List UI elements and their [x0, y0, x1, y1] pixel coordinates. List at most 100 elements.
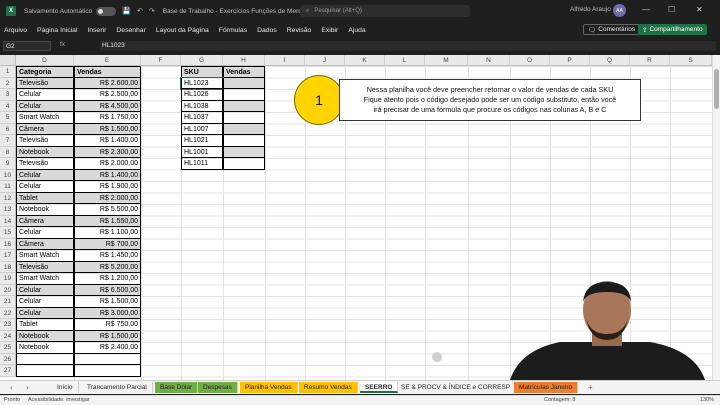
row-header-5[interactable]: 5: [0, 112, 16, 124]
sheet-tab[interactable]: Matrículas Janeiro: [514, 382, 579, 393]
menu-revisao[interactable]: Revisão: [287, 27, 312, 34]
table-row-category[interactable]: Televisão: [16, 135, 74, 147]
sheet-tab[interactable]: SE & PROCV & ÍNDICE e CORRESP: [396, 382, 517, 393]
row-header-2[interactable]: 2: [0, 77, 16, 89]
accessibility-status[interactable]: Acessibilidade: investigar: [28, 397, 90, 403]
sku-sales-cell[interactable]: [223, 135, 265, 147]
fx-icon[interactable]: fx: [60, 41, 65, 48]
table-row-category[interactable]: Televisão: [16, 77, 74, 89]
column-header-k[interactable]: K: [345, 55, 385, 66]
empty-cell[interactable]: [74, 365, 141, 377]
empty-cell[interactable]: [16, 365, 74, 377]
save-icon[interactable]: 💾: [122, 7, 131, 15]
table-row-sales[interactable]: R$ 5.500,00: [74, 204, 141, 216]
sku-sales-cell[interactable]: [223, 123, 265, 135]
column-header-h[interactable]: H: [223, 55, 265, 66]
row-header-22[interactable]: 22: [0, 307, 16, 319]
column-header-p[interactable]: P: [550, 55, 590, 66]
table-row-sales[interactable]: R$ 2.600,00: [74, 77, 141, 89]
table-row-sales[interactable]: R$ 1.400,00: [74, 135, 141, 147]
table-row-sales[interactable]: R$ 4.500,00: [74, 100, 141, 112]
row-header-3[interactable]: 3: [0, 89, 16, 101]
table-row-category[interactable]: Notebook: [16, 342, 74, 354]
table-row-category[interactable]: Celular: [16, 100, 74, 112]
vertical-scrollbar[interactable]: [712, 55, 720, 380]
tab-scroll-left-icon[interactable]: ‹: [10, 382, 13, 393]
table-row-category[interactable]: Smart Watch: [16, 273, 74, 285]
table-row-sales[interactable]: R$ 1.750,00: [74, 112, 141, 124]
sku-cell[interactable]: HL1011: [181, 158, 223, 170]
table-row-sales[interactable]: R$ 1.550,00: [74, 215, 141, 227]
menu-arquivo[interactable]: Arquivo: [4, 27, 27, 34]
row-header-9[interactable]: 9: [0, 158, 16, 170]
formula-input[interactable]: HL1023: [100, 41, 716, 51]
sku-sales-cell[interactable]: [223, 158, 265, 170]
table-row-category[interactable]: Notebook: [16, 146, 74, 158]
name-box[interactable]: G2: [3, 41, 51, 51]
row-header-10[interactable]: 10: [0, 169, 16, 181]
column-header-o[interactable]: O: [510, 55, 550, 66]
row-header-16[interactable]: 16: [0, 238, 16, 250]
minimize-icon[interactable]: —: [642, 5, 650, 14]
row-header-15[interactable]: 15: [0, 227, 16, 239]
menu-pagina-inicial[interactable]: Página Inicial: [37, 27, 77, 34]
add-sheet-icon[interactable]: +: [588, 382, 593, 393]
sku-cell[interactable]: HL1007: [181, 123, 223, 135]
table-row-sales[interactable]: R$ 6.500,00: [74, 284, 141, 296]
column-header-e[interactable]: E: [74, 55, 141, 66]
table-row-category[interactable]: Celular: [16, 169, 74, 181]
row-header-26[interactable]: 26: [0, 353, 16, 365]
row-header-24[interactable]: 24: [0, 330, 16, 342]
table-row-sales[interactable]: R$ 2.000,00: [74, 192, 141, 204]
table-row-sales[interactable]: R$ 1.500,00: [74, 330, 141, 342]
table-row-sales[interactable]: R$ 3.000,00: [74, 307, 141, 319]
header-sku[interactable]: SKU: [181, 66, 223, 78]
table-row-category[interactable]: Celular: [16, 307, 74, 319]
autosave-toggle[interactable]: [96, 6, 117, 16]
menu-dados[interactable]: Dados: [257, 27, 277, 34]
row-header-13[interactable]: 13: [0, 204, 16, 216]
table-row-category[interactable]: Televisão: [16, 158, 74, 170]
spreadsheet-grid[interactable]: DEFGHIJKLMNOPQRS 1 2 3 4 5 6 7 8 9 10 11 12 13 14 15 16…: [0, 55, 712, 380]
header-categoria[interactable]: Categoria: [16, 66, 74, 78]
search-box[interactable]: ⌕ Pesquisar (Alt+Q): [300, 5, 470, 17]
table-row-category[interactable]: Celular: [16, 227, 74, 239]
row-header-11[interactable]: 11: [0, 181, 16, 193]
row-header-20[interactable]: 20: [0, 284, 16, 296]
table-row-category[interactable]: Smart Watch: [16, 112, 74, 124]
column-header-i[interactable]: I: [265, 55, 305, 66]
table-row-sales[interactable]: R$ 700,00: [74, 238, 141, 250]
row-header-18[interactable]: 18: [0, 261, 16, 273]
sheet-tab[interactable]: Base Dólar: [155, 382, 199, 393]
menu-inserir[interactable]: Inserir: [87, 27, 106, 34]
row-header-21[interactable]: 21: [0, 296, 16, 308]
menu-desenhar[interactable]: Desenhar: [116, 27, 145, 34]
row-header-17[interactable]: 17: [0, 250, 16, 262]
table-row-category[interactable]: Câmera: [16, 123, 74, 135]
table-row-category[interactable]: Tablet: [16, 319, 74, 331]
menu-formulas[interactable]: Fórmulas: [219, 27, 247, 34]
table-row-sales[interactable]: R$ 1.500,00: [74, 296, 141, 308]
row-header-25[interactable]: 25: [0, 342, 16, 354]
sheet-tab[interactable]: Início: [52, 382, 79, 393]
comments-button[interactable]: 🗨 Comentários: [583, 24, 641, 35]
row-header-8[interactable]: 8: [0, 146, 16, 158]
sku-sales-cell[interactable]: [223, 89, 265, 101]
table-row-sales[interactable]: R$ 2.400,00: [74, 342, 141, 354]
menu-ajuda[interactable]: Ajuda: [348, 27, 365, 34]
sku-sales-cell[interactable]: [223, 146, 265, 158]
header-sku-vendas[interactable]: Vendas: [223, 66, 265, 78]
table-row-category[interactable]: Notebook: [16, 204, 74, 216]
maximize-icon[interactable]: ☐: [668, 5, 675, 14]
close-icon[interactable]: ✕: [696, 5, 703, 14]
table-row-category[interactable]: Câmera: [16, 215, 74, 227]
sku-sales-cell[interactable]: [223, 100, 265, 112]
row-header-6[interactable]: 6: [0, 123, 16, 135]
scrollbar-thumb[interactable]: [714, 69, 719, 109]
column-header-f[interactable]: F: [141, 55, 181, 66]
column-header-n[interactable]: N: [468, 55, 510, 66]
table-row-sales[interactable]: R$ 5.200,00: [74, 261, 141, 273]
avatar[interactable]: AA: [613, 4, 626, 17]
menu-exibir[interactable]: Exibir: [321, 27, 338, 34]
row-header-1[interactable]: 1: [0, 66, 16, 78]
